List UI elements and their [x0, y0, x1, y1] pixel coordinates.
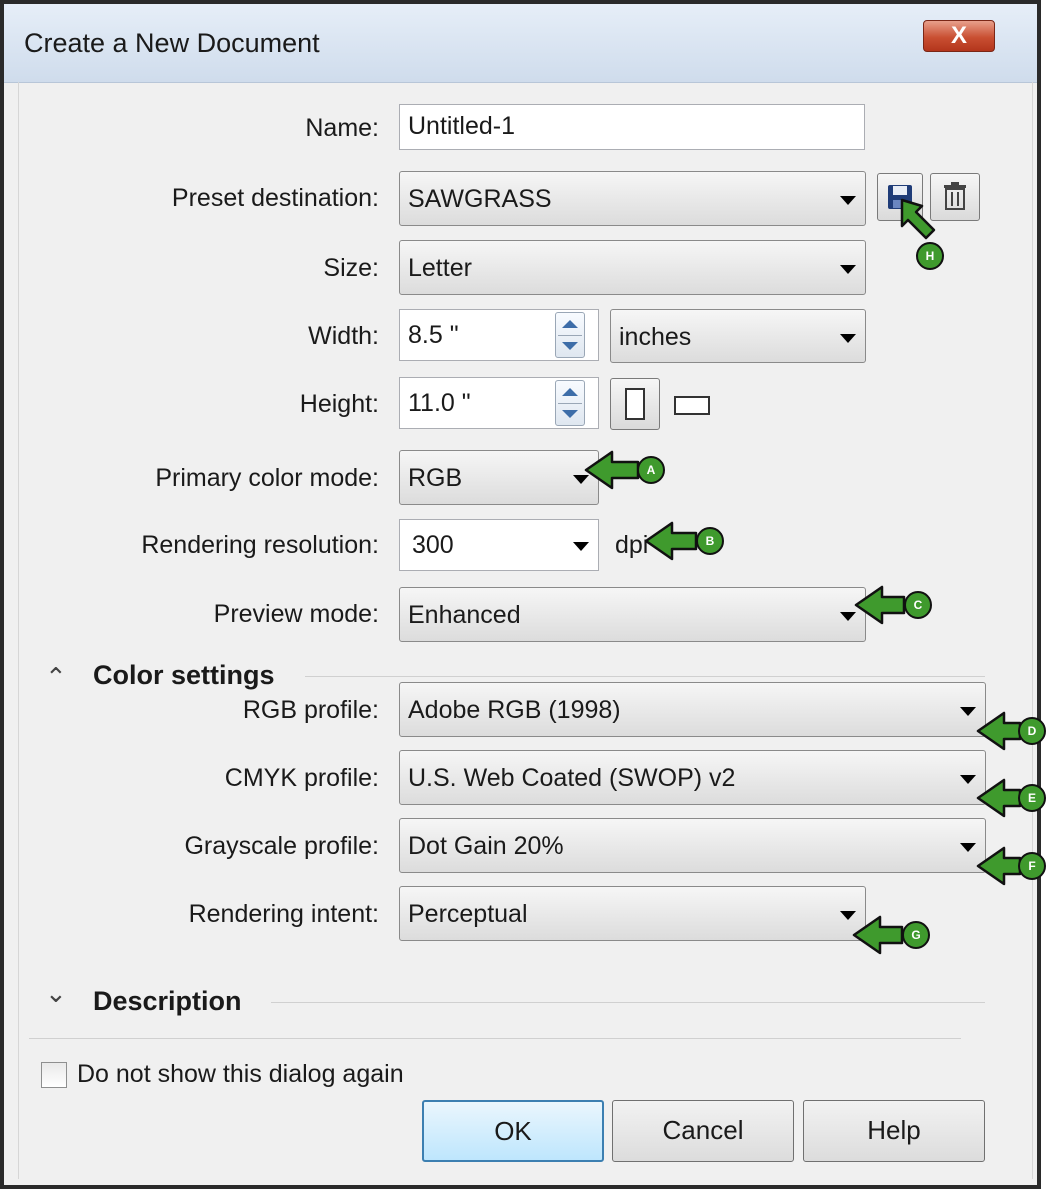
- section-divider: [271, 1002, 985, 1003]
- rgb-profile-value: Adobe RGB (1998): [408, 696, 621, 724]
- cmyk-profile-dropdown[interactable]: U.S. Web Coated (SWOP) v2: [399, 750, 986, 805]
- grayscale-profile-dropdown[interactable]: Dot Gain 20%: [399, 818, 986, 873]
- units-value: inches: [619, 323, 692, 351]
- rgb-profile-dropdown[interactable]: Adobe RGB (1998): [399, 682, 986, 737]
- height-spinner[interactable]: [555, 380, 585, 426]
- close-icon: X: [950, 22, 967, 49]
- preset-destination-value: SAWGRASS: [408, 185, 552, 213]
- primary-color-mode-label: Primary color mode:: [155, 464, 379, 492]
- preview-mode-label: Preview mode:: [213, 600, 379, 628]
- save-preset-button[interactable]: [877, 173, 923, 221]
- collapse-section-icon[interactable]: ⌃: [45, 664, 67, 690]
- spin-down-icon[interactable]: [562, 342, 578, 350]
- rendering-resolution-value: 300: [412, 531, 454, 559]
- size-value: Letter: [408, 254, 472, 282]
- preview-mode-dropdown[interactable]: Enhanced: [399, 587, 866, 642]
- create-new-document-dialog: Create a New Document X Name: Untitled-1…: [0, 0, 1041, 1189]
- callout-d: D: [1018, 717, 1046, 745]
- callout-c: C: [904, 591, 932, 619]
- rendering-intent-dropdown[interactable]: Perceptual: [399, 886, 866, 941]
- callout-b: B: [696, 527, 724, 555]
- width-label: Width:: [308, 322, 379, 350]
- width-spinner[interactable]: [555, 312, 585, 358]
- dropdown-arrow-icon: [840, 265, 856, 274]
- dropdown-arrow-icon[interactable]: [573, 542, 589, 551]
- preview-mode-value: Enhanced: [408, 601, 521, 629]
- rendering-resolution-combo[interactable]: 300: [399, 519, 599, 571]
- portrait-icon: [625, 388, 645, 420]
- dropdown-arrow-icon: [840, 911, 856, 920]
- ok-button[interactable]: OK: [422, 1100, 604, 1162]
- landscape-orientation-button[interactable]: [670, 384, 714, 424]
- name-label: Name:: [305, 114, 379, 142]
- primary-color-mode-value: RGB: [408, 464, 463, 492]
- expand-section-icon[interactable]: ⌄: [45, 980, 67, 1006]
- resolution-unit: dpi: [615, 531, 649, 559]
- delete-preset-icon: [944, 182, 966, 210]
- name-input[interactable]: Untitled-1: [399, 104, 865, 150]
- cmyk-profile-value: U.S. Web Coated (SWOP) v2: [408, 764, 736, 792]
- dialog-title: Create a New Document: [24, 28, 320, 58]
- delete-preset-button[interactable]: [930, 173, 980, 221]
- preset-destination-label: Preset destination:: [171, 184, 379, 212]
- cancel-button[interactable]: Cancel: [612, 1100, 794, 1162]
- callout-h: H: [916, 242, 944, 270]
- section-divider: [305, 676, 985, 677]
- dont-show-again-checkbox[interactable]: [41, 1062, 67, 1088]
- size-dropdown[interactable]: Letter: [399, 240, 866, 295]
- callout-a: A: [637, 456, 665, 484]
- dropdown-arrow-icon: [840, 196, 856, 205]
- callout-f: F: [1018, 852, 1046, 880]
- callout-e: E: [1018, 784, 1046, 812]
- preset-destination-dropdown[interactable]: SAWGRASS: [399, 171, 866, 226]
- dropdown-arrow-icon: [960, 843, 976, 852]
- size-label: Size:: [323, 254, 379, 282]
- dropdown-arrow-icon: [840, 612, 856, 621]
- dont-show-again-label[interactable]: Do not show this dialog again: [77, 1060, 404, 1089]
- dropdown-arrow-icon: [840, 334, 856, 343]
- spin-up-icon[interactable]: [562, 320, 578, 328]
- save-preset-icon: [888, 185, 912, 209]
- grayscale-profile-value: Dot Gain 20%: [408, 832, 564, 860]
- close-button[interactable]: X: [923, 20, 995, 52]
- name-value: Untitled-1: [408, 112, 515, 140]
- description-header[interactable]: Description: [93, 986, 242, 1017]
- height-value: 11.0 ": [408, 389, 471, 417]
- dropdown-arrow-icon: [960, 707, 976, 716]
- width-value: 8.5 ": [408, 321, 459, 349]
- rendering-intent-label: Rendering intent:: [188, 900, 379, 928]
- rendering-resolution-label: Rendering resolution:: [141, 531, 379, 559]
- rendering-intent-value: Perceptual: [408, 900, 528, 928]
- dropdown-arrow-icon: [960, 775, 976, 784]
- primary-color-mode-dropdown[interactable]: RGB: [399, 450, 599, 505]
- help-button[interactable]: Help: [803, 1100, 985, 1162]
- grayscale-profile-label: Grayscale profile:: [184, 832, 379, 860]
- footer-divider: [29, 1038, 961, 1039]
- callout-g: G: [902, 921, 930, 949]
- spin-up-icon[interactable]: [562, 388, 578, 396]
- color-settings-header[interactable]: Color settings: [93, 660, 275, 691]
- landscape-icon: [674, 396, 710, 415]
- portrait-orientation-button[interactable]: [610, 378, 660, 430]
- units-dropdown[interactable]: inches: [610, 309, 866, 363]
- title-bar: Create a New Document X: [4, 4, 1037, 83]
- cmyk-profile-label: CMYK profile:: [224, 764, 379, 792]
- dialog-body: Name: Untitled-1 Preset destination: SAW…: [18, 82, 1033, 1179]
- spin-down-icon[interactable]: [562, 410, 578, 418]
- height-label: Height:: [299, 390, 379, 418]
- dropdown-arrow-icon: [573, 475, 589, 484]
- rgb-profile-label: RGB profile:: [242, 696, 379, 724]
